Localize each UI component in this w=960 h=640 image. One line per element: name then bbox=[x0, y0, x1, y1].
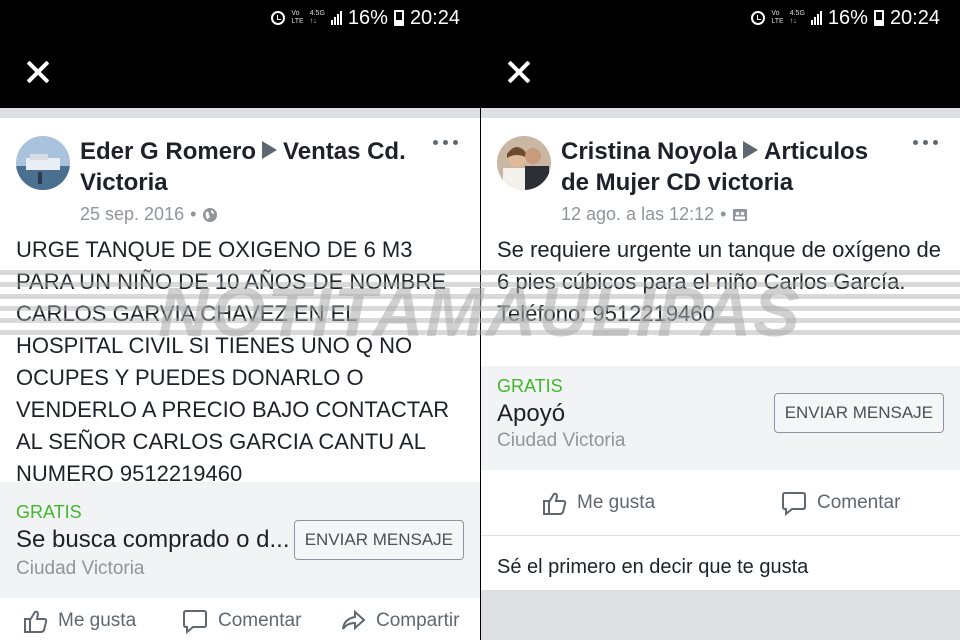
post-header: Cristina Noyola Articulos de Mujer CD vic… bbox=[481, 118, 960, 230]
post-header: Eder G Romero Ventas Cd. Victoria 25 sep.… bbox=[0, 118, 480, 230]
alarm-icon bbox=[751, 11, 766, 25]
arrow-right-icon bbox=[262, 141, 278, 159]
post-author-line: Cristina Noyola Articulos de Mujer CD vic… bbox=[561, 136, 901, 198]
listing-title[interactable]: Se busca comprado o d... bbox=[16, 526, 290, 554]
signal-icon bbox=[810, 11, 822, 25]
clock: 20:24 bbox=[889, 6, 940, 29]
top-bar bbox=[481, 36, 960, 108]
battery-icon bbox=[393, 10, 404, 26]
comment-icon bbox=[782, 492, 806, 516]
share-label: Compartir bbox=[376, 610, 460, 631]
left-screenshot: Vo LTE 4.5G ↑↓ 16% 20:24 Eder G Romero Vent… bbox=[0, 0, 480, 640]
more-options-icon[interactable] bbox=[913, 140, 938, 145]
share-icon bbox=[342, 609, 366, 631]
status-bar: Vo LTE 4.5G ↑↓ 16% 20:24 bbox=[481, 0, 960, 36]
post-text: Se requiere urgente un tanque de oxígeno… bbox=[497, 237, 942, 326]
like-label: Me gusta bbox=[577, 492, 656, 513]
comment-label: Comentar bbox=[218, 610, 302, 631]
action-bar: Me gusta Comentar Compartir bbox=[0, 598, 480, 640]
group-icon bbox=[733, 208, 748, 221]
listing-title[interactable]: Apoyó bbox=[497, 400, 565, 428]
status-bar: Vo LTE 4.5G ↑↓ 16% 20:24 bbox=[0, 0, 480, 36]
thumbs-up-icon bbox=[543, 492, 567, 515]
listing-location: Ciudad Victoria bbox=[497, 430, 626, 451]
post-card: Eder G Romero Ventas Cd. Victoria 25 sep.… bbox=[0, 118, 480, 640]
post-meta: 25 sep. 2016 • bbox=[80, 204, 218, 225]
net-label-top: Vo bbox=[771, 10, 780, 17]
thumbs-up-icon bbox=[24, 610, 48, 633]
gen-label-top: 4.5G bbox=[309, 10, 325, 17]
share-button[interactable]: Compartir bbox=[340, 608, 459, 634]
meta-separator: • bbox=[190, 204, 197, 224]
listing-price: GRATIS bbox=[16, 502, 82, 522]
more-options-icon[interactable] bbox=[433, 140, 458, 145]
comment-button[interactable]: Comentar bbox=[781, 490, 900, 516]
right-screenshot: Vo LTE 4.5G ↑↓ 16% 20:24 Cristina Noyola Ar… bbox=[481, 0, 960, 640]
like-button[interactable]: Me gusta bbox=[22, 608, 136, 634]
avatar[interactable] bbox=[16, 136, 70, 190]
close-icon[interactable] bbox=[24, 58, 52, 86]
gen-label-bottom: ↑↓ bbox=[309, 18, 317, 25]
post-author-line: Eder G Romero Ventas Cd. Victoria bbox=[80, 136, 410, 198]
globe-icon bbox=[203, 207, 218, 222]
author-name[interactable]: Cristina Noyola bbox=[561, 138, 737, 165]
meta-separator: • bbox=[720, 204, 727, 224]
net-label-bottom: LTE bbox=[291, 18, 304, 25]
comment-icon bbox=[183, 610, 207, 634]
battery-level: 16% bbox=[347, 6, 388, 29]
send-message-button[interactable]: ENVIAR MENSAJE bbox=[773, 393, 944, 433]
alarm-icon bbox=[271, 11, 286, 25]
like-button[interactable]: Me gusta bbox=[541, 490, 655, 516]
listing-box: GRATIS Apoyó Ciudad Victoria ENVIAR MENS… bbox=[481, 366, 960, 470]
post-text: URGE TANQUE DE OXIGENO DE 6 M3 PARA UN N… bbox=[16, 237, 450, 486]
author-name[interactable]: Eder G Romero bbox=[80, 138, 256, 165]
avatar[interactable] bbox=[497, 136, 551, 190]
net-label-top: Vo bbox=[291, 10, 300, 17]
gen-label-bottom: ↑↓ bbox=[789, 18, 797, 25]
listing-price: GRATIS bbox=[497, 376, 563, 396]
first-to-like-text: Sé el primero en decir que te gusta bbox=[481, 536, 960, 590]
action-bar: Me gusta Comentar bbox=[481, 470, 960, 536]
battery-icon bbox=[873, 10, 884, 26]
close-icon[interactable] bbox=[505, 58, 533, 86]
listing-box: GRATIS Se busca comprado o d... Ciudad V… bbox=[0, 482, 480, 598]
comment-button[interactable]: Comentar bbox=[182, 608, 301, 634]
top-bar bbox=[0, 36, 480, 108]
like-label: Me gusta bbox=[58, 610, 137, 631]
battery-level: 16% bbox=[827, 6, 868, 29]
signal-icon bbox=[330, 11, 342, 25]
post-card: Cristina Noyola Articulos de Mujer CD vic… bbox=[481, 118, 960, 590]
post-meta: 12 ago. a las 12:12 • bbox=[561, 204, 748, 225]
arrow-right-icon bbox=[743, 141, 759, 159]
comment-label: Comentar bbox=[817, 492, 901, 513]
post-date[interactable]: 12 ago. a las 12:12 bbox=[561, 204, 714, 225]
net-label-bottom: LTE bbox=[771, 18, 784, 25]
gen-label-top: 4.5G bbox=[789, 10, 805, 17]
listing-location: Ciudad Victoria bbox=[16, 558, 145, 579]
clock: 20:24 bbox=[409, 6, 460, 29]
send-message-button[interactable]: ENVIAR MENSAJE bbox=[293, 520, 464, 560]
post-date[interactable]: 25 sep. 2016 bbox=[80, 204, 184, 225]
